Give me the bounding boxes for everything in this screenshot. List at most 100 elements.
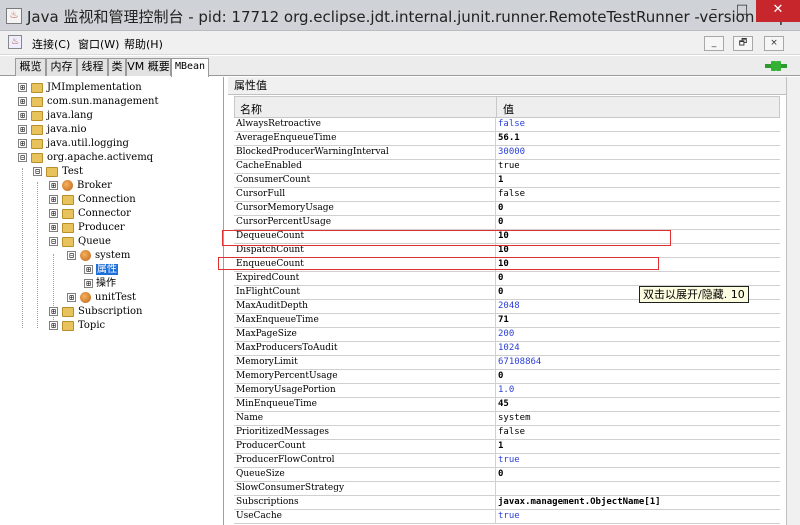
table-row[interactable]: MinEnqueueTime 45 [234, 398, 780, 412]
tree-node-jmimplementation[interactable]: ⊞ JMImplementation [18, 81, 142, 95]
table-row[interactable]: MemoryPercentUsage 0 [234, 370, 780, 384]
tree-node-subscription[interactable]: ⊞ Subscription [49, 305, 142, 319]
table-row[interactable]: BlockedProducerWarningInterval 30000 [234, 146, 780, 160]
table-row[interactable]: ProducerCount 1 [234, 440, 780, 454]
tree-node-connection[interactable]: ⊞ Connection [49, 193, 136, 207]
tree-node-broker[interactable]: ⊞ Broker [49, 179, 112, 193]
expand-icon[interactable]: ⊞ [84, 279, 93, 288]
tab-memory[interactable]: 内存 [46, 58, 77, 76]
table-row[interactable]: SlowConsumerStrategy [234, 482, 780, 496]
table-row[interactable]: Name system [234, 412, 780, 426]
table-row[interactable]: CursorMemoryUsage 0 [234, 202, 780, 216]
minimize-button[interactable]: – [700, 0, 728, 22]
table-row[interactable]: AlwaysRetroactive false [234, 118, 780, 132]
tree-node-operations[interactable]: ⊞ 操作 [84, 277, 116, 291]
expand-icon[interactable]: ⊞ [49, 223, 58, 232]
table-row[interactable]: ExpiredCount 0 [234, 272, 780, 286]
table-row[interactable]: CursorFull false [234, 188, 780, 202]
expand-icon[interactable]: ⊞ [18, 83, 27, 92]
attribute-name: MaxAuditDepth [236, 301, 308, 311]
expand-icon[interactable]: ⊞ [49, 195, 58, 204]
table-row[interactable]: DispatchCount 10 [234, 244, 780, 258]
table-row[interactable]: ProducerFlowControl true [234, 454, 780, 468]
window-title: Java 监视和管理控制台 - pid: 17712 org.eclipse.j… [27, 8, 800, 26]
maximize-button[interactable]: □ [728, 0, 756, 22]
attribute-value[interactable]: false [498, 118, 778, 131]
cell-divider [495, 384, 496, 398]
expand-icon[interactable]: ⊞ [18, 111, 27, 120]
tree-node-java-lang[interactable]: ⊞ java.lang [18, 109, 93, 123]
tree-node-producer[interactable]: ⊞ Producer [49, 221, 125, 235]
expand-icon[interactable]: ⊞ [49, 321, 58, 330]
tree-node-test[interactable]: ⊟ Test [33, 165, 83, 179]
mdi-minimize-button[interactable]: _ [704, 36, 724, 51]
collapse-icon[interactable]: ⊟ [67, 251, 76, 260]
table-row[interactable]: MaxEnqueueTime 71 [234, 314, 780, 328]
attribute-value: 71 [498, 315, 509, 325]
mdi-restore-button[interactable]: 🗗 [733, 36, 753, 51]
tree-node-attributes[interactable]: ⊞ 属性 [84, 263, 118, 277]
attribute-value[interactable]: 67108864 [498, 356, 778, 369]
close-button[interactable]: ✕ [756, 0, 800, 22]
attribute-name: InFlightCount [236, 287, 301, 297]
menu-help[interactable]: 帮助(H) [124, 36, 163, 52]
table-row[interactable]: MaxProducersToAudit 1024 [234, 342, 780, 356]
vertical-scrollbar[interactable] [786, 77, 800, 525]
table-row[interactable]: MaxPageSize 200 [234, 328, 780, 342]
attribute-value[interactable]: true [498, 454, 778, 467]
collapse-icon[interactable]: ⊟ [18, 153, 27, 162]
tab-overview[interactable]: 概览 [15, 58, 46, 76]
tree-node-connector[interactable]: ⊞ Connector [49, 207, 131, 221]
table-row[interactable]: UseCache true [234, 510, 780, 524]
attribute-value[interactable]: 1.0 [498, 384, 778, 397]
expand-icon[interactable]: ⊞ [84, 265, 93, 274]
cell-divider [495, 398, 496, 412]
tree-node-unittest[interactable]: ⊞ unitTest [67, 291, 136, 305]
attribute-name: ExpiredCount [236, 273, 300, 283]
attribute-value[interactable]: 1024 [498, 342, 778, 355]
table-row[interactable]: CursorPercentUsage 0 [234, 216, 780, 230]
attribute-value[interactable]: true [498, 510, 778, 523]
tab-threads[interactable]: 线程 [77, 58, 108, 76]
expand-icon[interactable]: ⊞ [18, 97, 27, 106]
tree-node-java-nio[interactable]: ⊞ java.nio [18, 123, 87, 137]
tree-node-org-apache-activemq[interactable]: ⊟ org.apache.activemq [18, 151, 153, 165]
table-row[interactable]: PrioritizedMessages false [234, 426, 780, 440]
expand-icon[interactable]: ⊞ [67, 293, 76, 302]
tree-node-queue[interactable]: ⊟ Queue [49, 235, 111, 249]
table-row[interactable]: CacheEnabled true [234, 160, 780, 174]
expand-icon[interactable]: ⊞ [49, 307, 58, 316]
menu-window[interactable]: 窗口(W) [78, 36, 119, 52]
table-row[interactable]: MemoryUsagePortion 1.0 [234, 384, 780, 398]
tab-vm-summary[interactable]: VM 概要 [126, 58, 171, 76]
tree-node-java-util-logging[interactable]: ⊞ java.util.logging [18, 137, 129, 151]
attribute-value[interactable]: 200 [498, 328, 778, 341]
column-divider[interactable] [496, 97, 497, 117]
mdi-close-button[interactable]: × [764, 36, 784, 51]
tree-node-com-sun-management[interactable]: ⊞ com.sun.management [18, 95, 159, 109]
table-row[interactable]: Subscriptions javax.management.ObjectName… [234, 496, 780, 510]
collapse-icon[interactable]: ⊟ [33, 167, 42, 176]
attribute-name: Name [236, 413, 264, 423]
table-row[interactable]: MemoryLimit 67108864 [234, 356, 780, 370]
tab-classes[interactable]: 类 [108, 58, 126, 76]
collapse-icon[interactable]: ⊟ [49, 237, 58, 246]
tree-node-topic[interactable]: ⊞ Topic [49, 319, 105, 333]
expand-icon[interactable]: ⊞ [18, 125, 27, 134]
table-row[interactable]: ConsumerCount 1 [234, 174, 780, 188]
expand-icon[interactable]: ⊞ [49, 181, 58, 190]
tab-mbean[interactable]: MBean [171, 58, 209, 77]
menu-connect[interactable]: 连接(C) [32, 36, 70, 52]
connection-status-icon[interactable] [765, 59, 787, 73]
table-header: 名称 值 [234, 96, 780, 118]
column-header-name[interactable]: 名称 [240, 101, 262, 117]
table-row[interactable]: QueueSize 0 [234, 468, 780, 482]
expand-icon[interactable]: ⊞ [49, 209, 58, 218]
cell-divider [495, 454, 496, 468]
column-header-value[interactable]: 值 [503, 101, 514, 117]
tree-node-system[interactable]: ⊟ system [67, 249, 130, 263]
table-row[interactable]: AverageEnqueueTime 56.1 [234, 132, 780, 146]
attribute-value[interactable]: 30000 [498, 146, 778, 159]
expand-icon[interactable]: ⊞ [18, 139, 27, 148]
attribute-name: MemoryLimit [236, 357, 298, 367]
